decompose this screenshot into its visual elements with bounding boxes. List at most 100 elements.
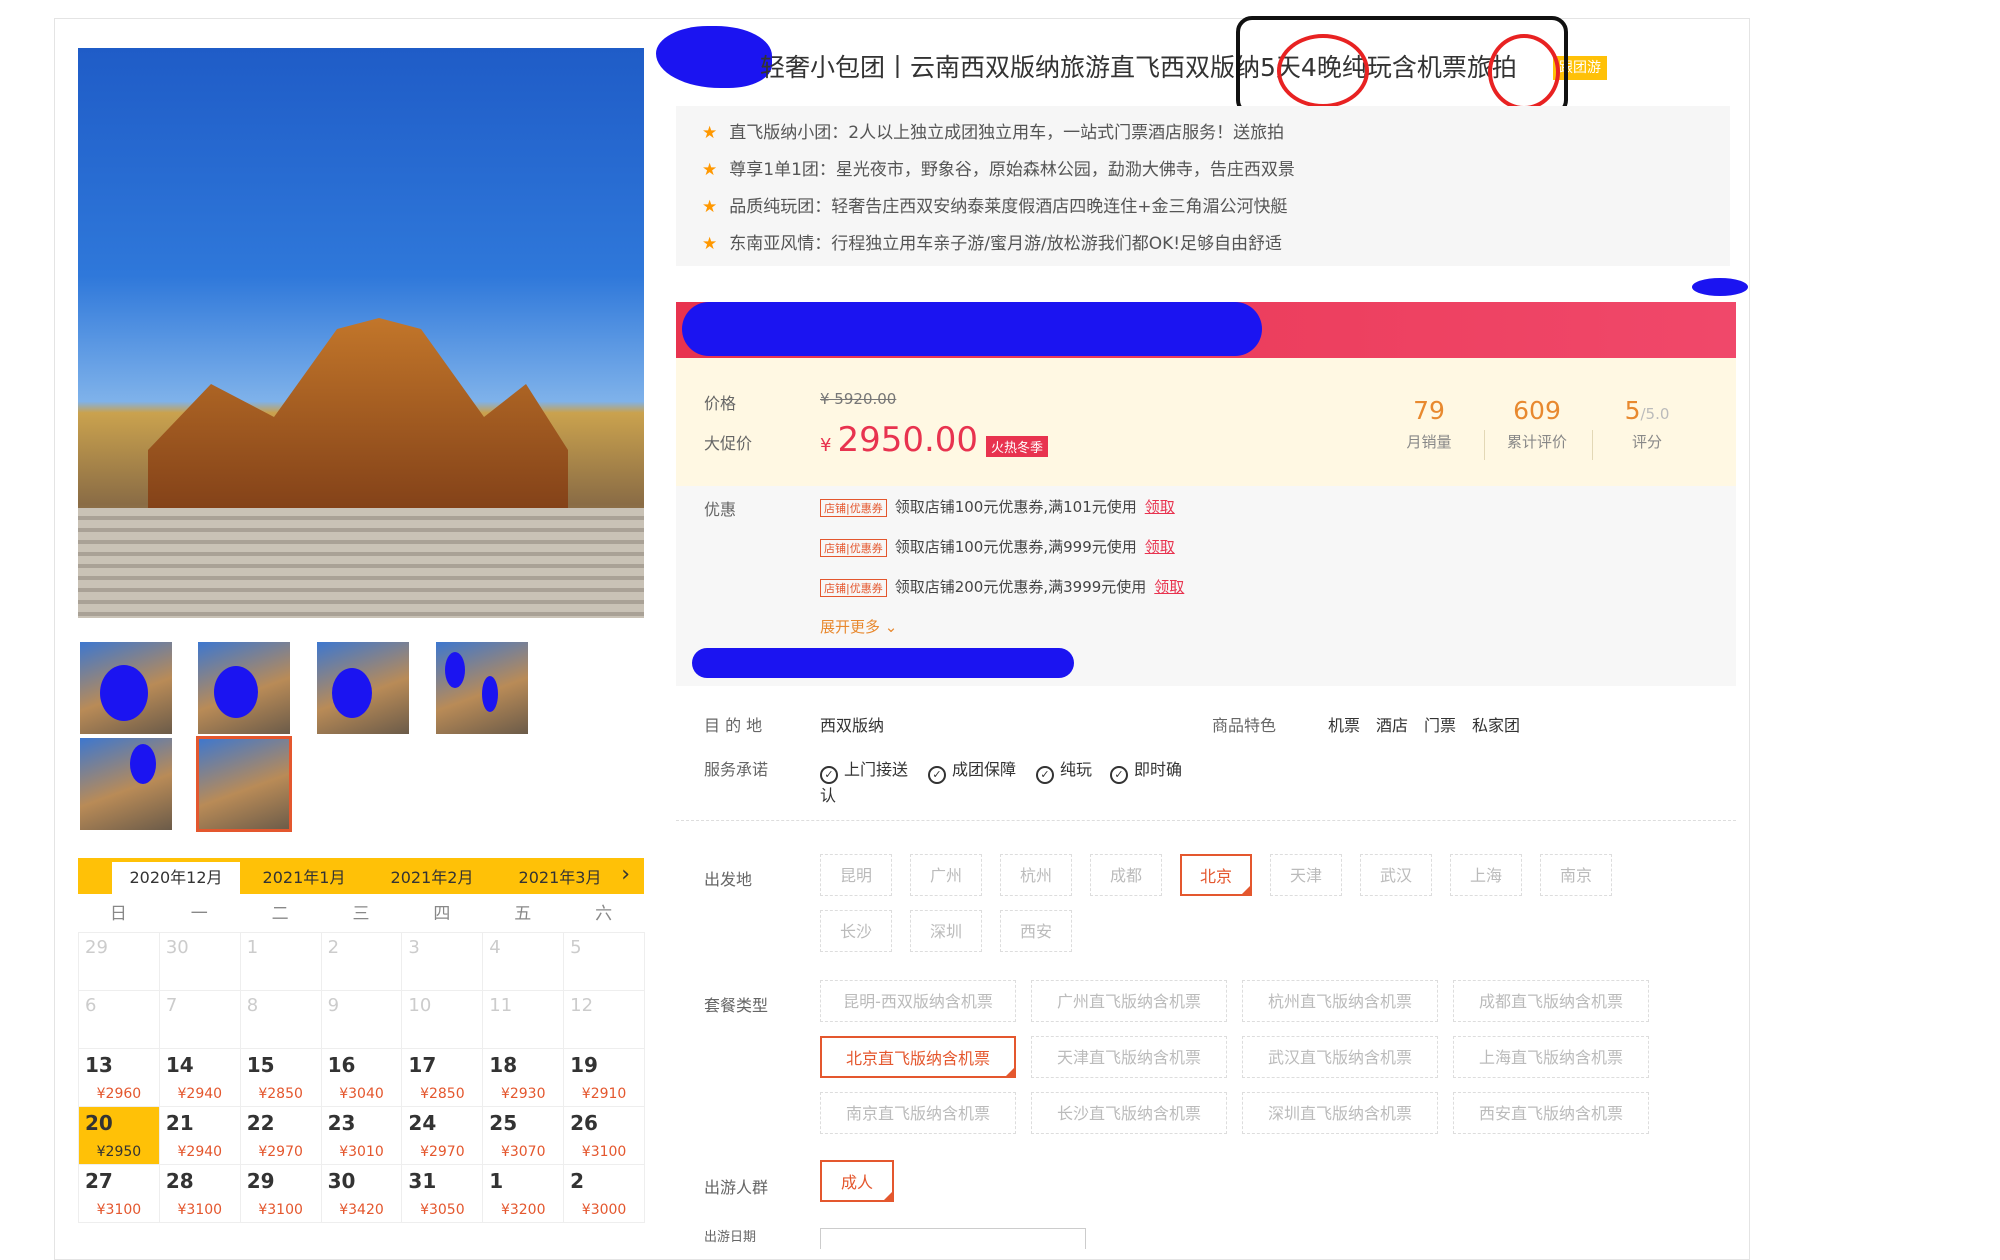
calendar-day-cell[interactable]: 24 ¥2970 (402, 1107, 484, 1165)
calendar-day-cell[interactable]: 2 ¥3000 (564, 1165, 645, 1223)
departure-option[interactable]: 深圳 (910, 910, 982, 952)
calendar-day-cell[interactable]: 30 ¥3420 (321, 1165, 403, 1223)
stat-label: 累计评价 (1506, 433, 1567, 451)
thumbnail-5[interactable] (80, 738, 172, 830)
calendar-day-cell[interactable]: 16 ¥3040 (321, 1049, 403, 1107)
calendar-day-cell[interactable]: 29 ¥3100 (240, 1165, 322, 1223)
coupon-text: 领取店铺200元优惠券,满3999元使用 (894, 578, 1147, 596)
coupon-row: 店铺|优惠券 领取店铺100元优惠券,满999元使用 领取 (820, 536, 1175, 557)
day-price: ¥2910 (581, 1086, 627, 1102)
traveler-option-adult[interactable]: 成人 (820, 1160, 894, 1202)
departure-option[interactable]: 武汉 (1360, 854, 1432, 896)
destination-value: 西双版纳 (820, 716, 885, 735)
calendar-day-cell[interactable]: 31 ¥3050 (402, 1165, 484, 1223)
calendar-day-cell[interactable]: 23 ¥3010 (321, 1107, 403, 1165)
check-circle-icon: ✓ (928, 766, 946, 784)
package-option[interactable]: 西安直飞版纳含机票 (1453, 1092, 1649, 1134)
departure-option[interactable]: 昆明 (820, 854, 892, 896)
weekday-label: 日 (109, 904, 127, 924)
day-price: ¥3100 (177, 1202, 223, 1218)
calendar-tab-month[interactable]: 2020年12月 (112, 862, 240, 894)
calendar-day-cell: 3 (402, 933, 484, 991)
package-option[interactable]: 杭州直飞版纳含机票 (1242, 980, 1438, 1022)
weekday-label: 三 (352, 904, 370, 924)
calendar-day-cell[interactable]: 28 ¥3100 (159, 1165, 241, 1223)
service-item: ✓ 即时确 (1110, 756, 1182, 784)
departure-option[interactable]: 南京 (1540, 854, 1612, 896)
calendar-grid: 29 30 1 2 3 4 5 6 7 8 9 10 11 12 13 ¥2960 14 ¥2940 15 ¥2850… (78, 932, 645, 1223)
departure-option[interactable]: 长沙 (820, 910, 892, 952)
stat-label: 月销量 (1406, 433, 1452, 451)
expand-more-link[interactable]: 展开更多 ⌄ (820, 616, 897, 637)
calendar-day-cell: 12 (564, 991, 645, 1049)
calendar-day-cell[interactable]: 15 ¥2850 (240, 1049, 322, 1107)
day-number: 27 (85, 1169, 113, 1193)
calendar-tab-month[interactable]: 2021年1月 (240, 862, 368, 894)
feature-text: 直飞版纳小团：2人以上独立成团独立用车，一站式门票酒店服务！送旅拍 (729, 123, 1285, 143)
calendar-day-cell[interactable]: 20 ¥2950 (79, 1107, 160, 1165)
redaction-blot (445, 652, 465, 688)
day-price: ¥2950 (96, 1144, 142, 1160)
package-option[interactable]: 上海直飞版纳含机票 (1453, 1036, 1649, 1078)
weekday-label: 六 (595, 904, 613, 924)
package-option[interactable]: 成都直飞版纳含机票 (1453, 980, 1649, 1022)
package-option[interactable]: 昆明-西双版纳含机票 (820, 980, 1016, 1022)
package-option[interactable]: 南京直飞版纳含机票 (820, 1092, 1016, 1134)
package-option[interactable]: 长沙直飞版纳含机票 (1031, 1092, 1227, 1134)
calendar-month-bar: 2020年12月 2021年1月 2021年2月 2021年3月 › (78, 858, 644, 894)
calendar-day-cell[interactable]: 26 ¥3100 (564, 1107, 645, 1165)
departure-option[interactable]: 上海 (1450, 854, 1522, 896)
weekday-label: 四 (433, 904, 451, 924)
coupon-text: 领取店铺100元优惠券,满101元使用 (894, 498, 1137, 516)
claim-coupon-link[interactable]: 领取 (1145, 538, 1175, 556)
claim-coupon-link[interactable]: 领取 (1145, 498, 1175, 516)
thumbnail-6-selected[interactable] (196, 736, 292, 832)
calendar-day-cell[interactable]: 27 ¥3100 (79, 1165, 160, 1223)
calendar-day-cell[interactable]: 22 ¥2970 (240, 1107, 322, 1165)
calendar-tab-month[interactable]: 2021年3月 (496, 862, 624, 894)
day-price: ¥3000 (581, 1202, 627, 1218)
service-text: 即时确 (1134, 760, 1183, 779)
feature-tag: 私家团 (1472, 716, 1521, 735)
day-number: 31 (408, 1169, 437, 1193)
feature-item: ★ 尊享1单1团：星光夜市，野象谷，原始森林公园，勐泐大佛寺，告庄西双景 (702, 155, 1295, 180)
day-number: 7 (165, 995, 178, 1016)
claim-coupon-link[interactable]: 领取 (1154, 578, 1184, 596)
calendar-day-cell: 29 (79, 933, 160, 991)
departure-option[interactable]: 北京 (1180, 854, 1252, 896)
day-number: 10 (408, 995, 432, 1016)
day-number: 30 (327, 1169, 356, 1193)
calendar-day-cell[interactable]: 1 ¥3200 (483, 1165, 565, 1223)
departure-option[interactable]: 成都 (1090, 854, 1162, 896)
calendar-day-cell[interactable]: 19 ¥2910 (564, 1049, 645, 1107)
calendar-tab-month[interactable]: 2021年2月 (368, 862, 496, 894)
day-price: ¥2940 (177, 1086, 223, 1102)
day-number: 16 (327, 1053, 356, 1077)
departure-option[interactable]: 西安 (1000, 910, 1072, 952)
departure-option[interactable]: 广州 (910, 854, 982, 896)
chevron-right-icon[interactable]: › (621, 862, 630, 887)
redaction-blot (682, 302, 1262, 356)
day-number: 13 (85, 1053, 113, 1077)
weekday-label: 五 (514, 904, 532, 924)
calendar-day-cell[interactable]: 21 ¥2940 (159, 1107, 241, 1165)
day-number: 2 (570, 1169, 585, 1193)
stairs-graphic (78, 508, 644, 618)
calendar-day-cell[interactable]: 25 ¥3070 (483, 1107, 565, 1165)
package-option[interactable]: 北京直飞版纳含机票 (820, 1036, 1016, 1078)
package-option[interactable]: 武汉直飞版纳含机票 (1242, 1036, 1438, 1078)
calendar-day-cell[interactable]: 13 ¥2960 (79, 1049, 160, 1107)
package-option[interactable]: 广州直飞版纳含机票 (1031, 980, 1227, 1022)
calendar-day-cell[interactable]: 17 ¥2850 (402, 1049, 484, 1107)
departure-option[interactable]: 杭州 (1000, 854, 1072, 896)
departure-option[interactable]: 天津 (1270, 854, 1342, 896)
calendar-day-cell[interactable]: 18 ¥2930 (483, 1049, 565, 1107)
day-price: ¥3100 (96, 1202, 142, 1218)
package-option[interactable]: 深圳直飞版纳含机票 (1242, 1092, 1438, 1134)
coupon-badge: 店铺|优惠券 (820, 499, 887, 517)
travel-date-input[interactable] (820, 1228, 1086, 1249)
calendar-day-cell[interactable]: 14 ¥2940 (159, 1049, 241, 1107)
package-option[interactable]: 天津直飞版纳含机票 (1031, 1036, 1227, 1078)
calendar-day-cell: 7 (159, 991, 241, 1049)
calendar-day-cell: 11 (483, 991, 565, 1049)
